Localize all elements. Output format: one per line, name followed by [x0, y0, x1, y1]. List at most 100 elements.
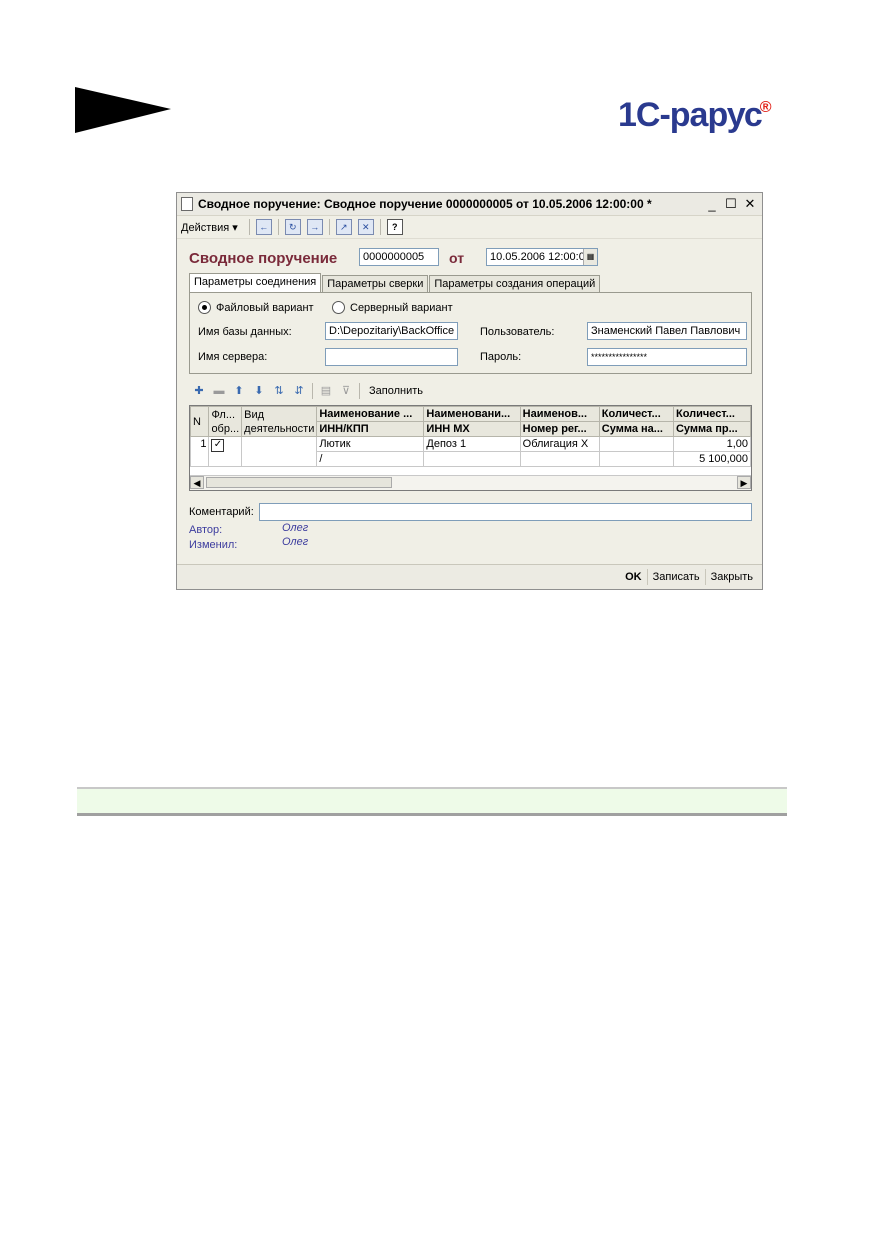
document-window: Сводное поручение: Сводное поручение 000…	[176, 192, 763, 590]
document-icon	[181, 197, 193, 211]
clear-filter-icon[interactable]: ⊽	[339, 384, 353, 398]
grid-toolbar: ✚ ▬ ⬆ ⬇ ⇅ ⇵ ▤ ⊽ Заполнить	[189, 383, 423, 399]
toolbar-separator	[248, 219, 250, 235]
table-row[interactable]: 1 ✓ Лютик Депоз 1 Облигация Х 1,00	[190, 436, 751, 467]
calendar-icon[interactable]: ▦	[583, 249, 597, 265]
close-button[interactable]: ✕	[742, 196, 758, 212]
form-title: Сводное поручение	[189, 250, 338, 267]
help-icon[interactable]: ?	[386, 219, 403, 235]
column-header-name-2[interactable]: Наименовани...	[423, 406, 521, 422]
minimize-button[interactable]: _	[704, 197, 720, 212]
tab-reconciliation-params[interactable]: Параметры сверки	[322, 275, 429, 293]
server-variant-radio[interactable]: Серверный вариант	[332, 301, 453, 314]
add-row-icon[interactable]: ✚	[192, 384, 206, 398]
company-logo: 1С-рарус®	[618, 96, 772, 134]
radio-selected-icon	[198, 301, 211, 314]
tab-operations-params[interactable]: Параметры создания операций	[429, 275, 601, 293]
user-field[interactable]: Знаменский Павел Павлович	[587, 322, 747, 340]
refresh-icon[interactable]: ↻	[284, 219, 301, 235]
row-number: 1	[190, 436, 210, 467]
server-name-field[interactable]	[325, 348, 458, 366]
scroll-left-icon[interactable]: ◀	[190, 476, 204, 489]
move-down-icon[interactable]: ⬇	[252, 384, 266, 398]
filter-icon[interactable]: ▤	[319, 384, 333, 398]
db-name-field[interactable]: D:\Depozitariy\BackOffice	[325, 322, 458, 340]
document-date-value: 10.05.2006 12:00:0	[490, 251, 585, 263]
activity-cell[interactable]	[241, 436, 318, 467]
comment-label: Коментарий:	[189, 506, 254, 518]
unpost-document-icon[interactable]: ✕	[357, 219, 374, 235]
section-divider-bar	[77, 787, 787, 816]
grid-cell[interactable]: 1,00	[672, 436, 751, 452]
ok-button[interactable]: OK	[620, 569, 647, 585]
save-button[interactable]: Записать	[646, 569, 705, 585]
toolbar-separator	[312, 383, 313, 399]
column-header-reg-number[interactable]: Номер рег...	[519, 421, 600, 437]
delete-row-icon[interactable]: ▬	[212, 384, 226, 398]
toolbar-separator	[359, 383, 360, 399]
grid-cell[interactable]	[423, 451, 521, 467]
server-variant-label: Серверный вариант	[350, 301, 453, 314]
author-label: Автор:	[189, 524, 223, 536]
grid-cell[interactable]: /	[316, 451, 425, 467]
column-header-activity[interactable]: Вид деятельности	[241, 406, 318, 437]
window-title: Сводное поручение: Сводное поручение 000…	[198, 197, 652, 211]
scroll-thumb[interactable]	[206, 477, 392, 488]
radio-unselected-icon	[332, 301, 345, 314]
maximize-button[interactable]: ☐	[723, 196, 739, 212]
changed-by-label: Изменил:	[189, 539, 238, 551]
toolbar-separator	[379, 219, 381, 235]
data-grid[interactable]: N Фл... обр... Вид деятельности Наименов…	[189, 405, 752, 491]
sort-ascending-icon[interactable]: ⇅	[272, 384, 286, 398]
column-header-n[interactable]: N	[190, 406, 210, 437]
footer-bar: OK Записать Закрыть	[177, 564, 762, 589]
column-header-name-1[interactable]: Наименование ...	[316, 406, 425, 422]
forward-icon[interactable]: →	[306, 219, 323, 235]
fill-button[interactable]: Заполнить	[369, 385, 423, 397]
grid-cell[interactable]	[598, 451, 674, 467]
grid-cell[interactable]: 5 100,000	[672, 451, 751, 467]
grid-cell[interactable]: Депоз 1	[423, 436, 521, 452]
column-header-sum-1[interactable]: Сумма на...	[598, 421, 674, 437]
post-document-icon[interactable]: ↗	[335, 219, 352, 235]
page-arrow-icon	[75, 87, 171, 133]
column-header-name-3[interactable]: Наименов...	[519, 406, 600, 422]
toolbar-separator	[328, 219, 330, 235]
document-date-field[interactable]: 10.05.2006 12:00:0 ▦	[486, 248, 598, 266]
password-label: Пароль:	[480, 351, 522, 363]
grid-cell[interactable]	[519, 451, 600, 467]
file-variant-label: Файловый вариант	[216, 301, 314, 314]
sort-descending-icon[interactable]: ⇵	[292, 384, 306, 398]
main-toolbar: Действия ▾ ← ↻ → ↗ ✕ ?	[177, 216, 762, 239]
grid-cell[interactable]: Лютик	[316, 436, 425, 452]
horizontal-scrollbar[interactable]: ◀ ▶	[190, 475, 751, 490]
server-name-label: Имя сервера:	[198, 351, 268, 363]
column-header-qty-1[interactable]: Количест...	[598, 406, 674, 422]
tab-connection-params[interactable]: Параметры соединения	[189, 273, 322, 293]
grid-cell[interactable]: Облигация Х	[519, 436, 600, 452]
password-field[interactable]: ****************	[587, 348, 747, 366]
move-up-icon[interactable]: ⬆	[232, 384, 246, 398]
scroll-right-icon[interactable]: ▶	[737, 476, 751, 489]
comment-field[interactable]	[259, 503, 752, 521]
grid-cell[interactable]	[598, 436, 674, 452]
db-name-label: Имя базы данных:	[198, 326, 292, 338]
back-arrow-icon[interactable]: ←	[255, 219, 272, 235]
grid-table: N Фл... обр... Вид деятельности Наименов…	[190, 406, 751, 467]
column-header-sum-2[interactable]: Сумма пр...	[672, 421, 751, 437]
column-header-inn-mh[interactable]: ИНН МХ	[423, 421, 521, 437]
toolbar-separator	[277, 219, 279, 235]
date-separator-label: от	[449, 250, 465, 266]
close-form-button[interactable]: Закрыть	[704, 569, 758, 585]
title-bar: Сводное поручение: Сводное поручение 000…	[177, 193, 762, 216]
document-number-field[interactable]: 0000000005	[359, 248, 439, 266]
actions-menu[interactable]: Действия ▾	[181, 221, 238, 234]
changed-by-value: Олег	[282, 536, 309, 548]
checkbox-checked-icon[interactable]: ✓	[211, 439, 225, 452]
column-header-inn-kpp[interactable]: ИНН/КПП	[316, 421, 425, 437]
flag-cell[interactable]: ✓	[208, 436, 243, 467]
file-variant-radio[interactable]: Файловый вариант	[198, 301, 314, 314]
column-header-qty-2[interactable]: Количест...	[672, 406, 751, 422]
column-header-flag[interactable]: Фл... обр...	[208, 406, 243, 437]
user-label: Пользователь:	[480, 326, 555, 338]
